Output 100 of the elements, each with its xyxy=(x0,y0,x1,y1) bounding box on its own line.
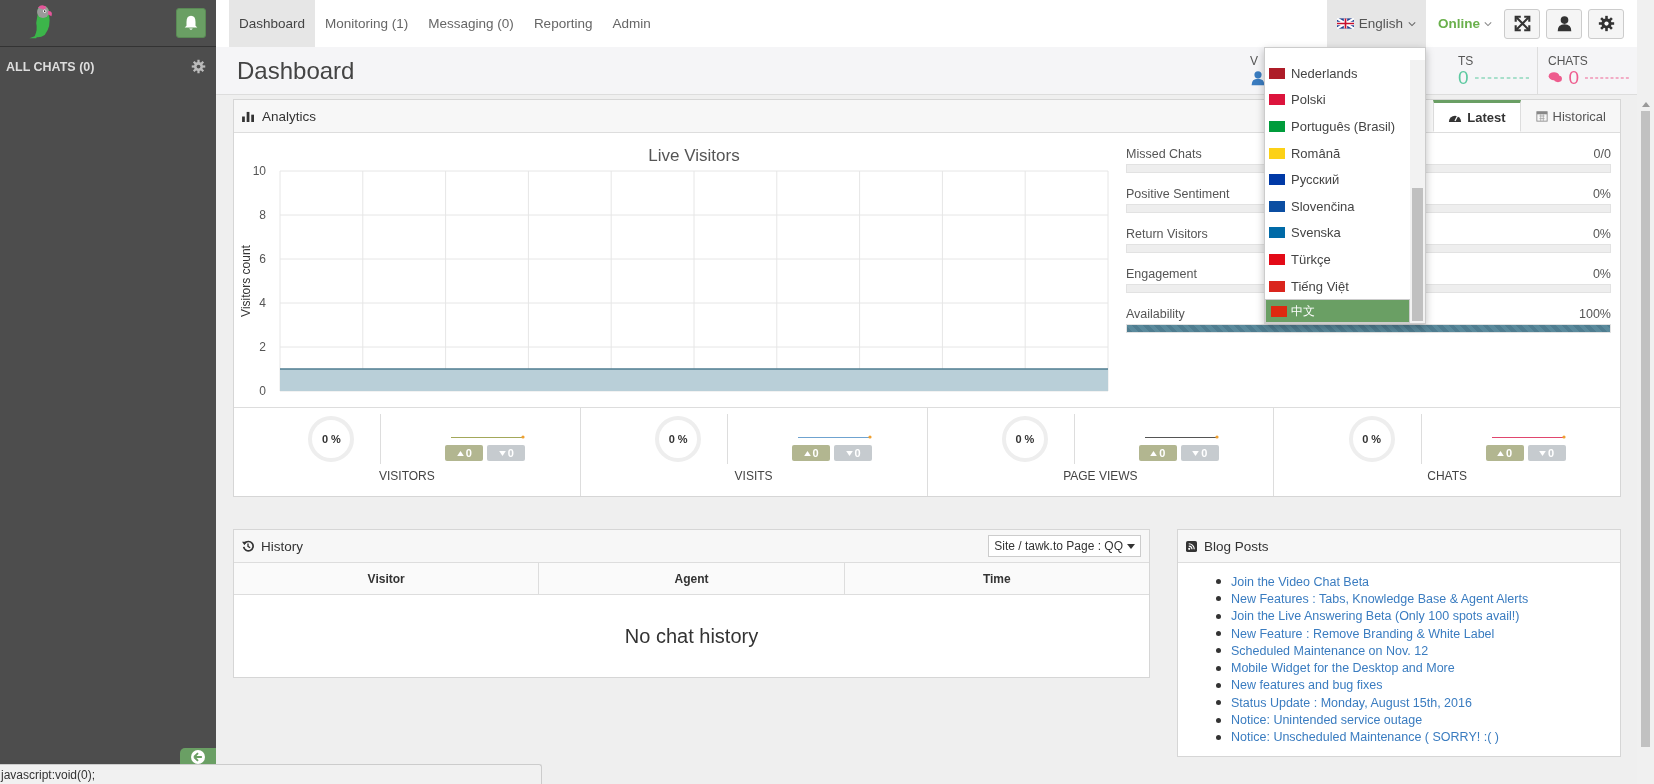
metric-label: Return Visitors xyxy=(1126,227,1208,241)
summary-label: VISITS xyxy=(734,469,773,483)
nav-tab[interactable]: Reporting xyxy=(523,0,603,47)
bell-icon xyxy=(182,14,200,32)
collapse-button[interactable] xyxy=(180,748,216,764)
language-option[interactable]: Svenska xyxy=(1265,219,1410,247)
analytics-tab[interactable]: Latest xyxy=(1433,100,1521,132)
decrease-badge: 0 xyxy=(487,445,526,461)
column-header: Time xyxy=(843,563,1149,594)
axis-tick: 0 xyxy=(259,384,266,398)
link-preview: javascript:void(0); xyxy=(0,764,542,784)
history-icon xyxy=(242,540,254,552)
increase-badge: 0 xyxy=(445,445,484,461)
nav-tab[interactable]: Dashboard xyxy=(229,0,316,47)
metric-label: Missed Chats xyxy=(1126,147,1202,161)
caret-icon xyxy=(1127,543,1135,549)
fullscreen-button[interactable] xyxy=(1504,8,1540,39)
metric-value: 0% xyxy=(1592,267,1611,281)
axis-label: Visitors count xyxy=(239,245,253,317)
decrease-badge: 0 xyxy=(834,445,873,461)
notifications-button[interactable] xyxy=(176,8,206,38)
expand-icon xyxy=(1513,15,1531,32)
caret-icon xyxy=(1484,20,1492,27)
blog-post-link[interactable]: Status Update : Monday, August 15th, 2016 xyxy=(1231,695,1472,710)
language-option[interactable]: Nederlands xyxy=(1265,60,1410,87)
blog-post-link[interactable]: Notice: Unintended service outage xyxy=(1231,713,1423,727)
settings-icon xyxy=(1597,15,1615,32)
increase-badge: 0 xyxy=(1138,445,1177,461)
language-option[interactable]: Português (Brasil) xyxy=(1265,113,1410,140)
language-option[interactable]: Русский xyxy=(1265,166,1410,193)
nav-tab[interactable]: Monitoring (1) xyxy=(315,0,419,47)
blog-post-link[interactable]: Notice: Unscheduled Maintenance ( SORRY! :( ) xyxy=(1231,730,1499,745)
percentage-value: 0 % xyxy=(321,433,341,445)
axis-tick: 2 xyxy=(259,340,266,354)
percentage-value: 0 % xyxy=(668,433,688,445)
panel-title: Analytics xyxy=(262,108,317,124)
blog-post-link[interactable]: New features and bug fixes xyxy=(1231,678,1383,693)
stat-label: V xyxy=(1250,53,1259,68)
axis-tick: 6 xyxy=(259,252,266,266)
language-option[interactable]: Polski xyxy=(1265,86,1410,114)
stat-label: CHATS xyxy=(1548,53,1589,68)
decrease-badge: 0 xyxy=(1527,445,1566,461)
percentage-value: 0 % xyxy=(1015,433,1035,445)
scrollbar[interactable] xyxy=(1410,60,1425,324)
column-header: Visitor xyxy=(366,570,406,588)
language-option[interactable]: Tiếng Việt xyxy=(1265,272,1410,300)
summary-label: VISITORS xyxy=(378,469,435,483)
axis-tick: 10 xyxy=(252,164,266,178)
language-option[interactable]: Türkçe xyxy=(1265,246,1410,273)
panel-title: History xyxy=(261,538,303,554)
arrow-left-icon xyxy=(191,750,205,764)
blog-post-link[interactable]: New Features : Tabs, Knowledge Base & Agent Alerts xyxy=(1231,591,1529,606)
percentage-value: 0 % xyxy=(1362,433,1382,445)
page-title: Dashboard xyxy=(237,56,355,85)
column-header: Agent xyxy=(538,563,844,594)
blog-post-link[interactable]: Join the Video Chat Beta xyxy=(1231,574,1370,589)
language-option[interactable]: Slovenčina xyxy=(1265,192,1410,220)
chats-heading: ALL CHATS (0) xyxy=(6,59,95,74)
stat-value: 0 xyxy=(1568,66,1580,89)
blog-post-link[interactable]: Scheduled Maintenance on Nov. 12 xyxy=(1231,643,1429,658)
sparkline xyxy=(1585,75,1629,80)
decrease-badge: 0 xyxy=(1180,445,1219,461)
metric-value: 0% xyxy=(1592,187,1611,201)
metric-value: 100% xyxy=(1579,307,1611,321)
increase-badge: 0 xyxy=(792,445,831,461)
metric-label: Engagement xyxy=(1126,267,1197,281)
stat-label: TS xyxy=(1458,53,1475,68)
blog-post-link[interactable]: New Feature : Remove Branding & White Label xyxy=(1231,626,1495,641)
calendar-icon xyxy=(1535,110,1548,122)
empty-message: No chat history xyxy=(624,624,759,648)
user-icon xyxy=(1555,15,1573,32)
metric-label: Positive Sentiment xyxy=(1126,187,1230,201)
language-option[interactable]: Română xyxy=(1265,139,1410,167)
summary-label: CHATS xyxy=(1427,469,1467,483)
nav-tab[interactable]: Admin xyxy=(602,0,661,47)
metric-label: Availability xyxy=(1126,307,1185,321)
page-filter-dropdown[interactable]: Site / tawk.to Page : QQ xyxy=(988,535,1141,557)
metric-value: 0% xyxy=(1592,227,1611,241)
blog-post-link[interactable]: Join the Live Answering Beta (Only 100 spots avail!) xyxy=(1231,609,1520,624)
blog-post-link[interactable]: Mobile Widget for the Desktop and More xyxy=(1231,661,1455,676)
increase-badge: 0 xyxy=(1485,445,1524,461)
rss-icon xyxy=(1186,540,1197,552)
chart-title: Live Visitors xyxy=(648,146,740,165)
settings-icon[interactable] xyxy=(191,59,206,74)
axis-tick: 4 xyxy=(259,296,266,310)
language-button[interactable]: English xyxy=(1326,0,1426,47)
metric-value: 0/0 xyxy=(1593,147,1611,161)
summary-label: PAGE VIEWS xyxy=(1063,469,1138,483)
bar-chart-icon xyxy=(242,110,255,122)
analytics-tab[interactable]: Historical xyxy=(1520,100,1621,132)
settings-button[interactable] xyxy=(1588,8,1624,39)
stat-value: 0 xyxy=(1458,66,1469,89)
sparkline xyxy=(1474,75,1529,80)
profile-button[interactable] xyxy=(1546,8,1582,39)
panel-title: Blog Posts xyxy=(1204,538,1269,554)
triangle-up-icon[interactable] xyxy=(1641,102,1650,107)
nav-tab[interactable]: Messaging (0) xyxy=(418,0,524,47)
caret-icon xyxy=(1408,20,1416,27)
axis-tick: 8 xyxy=(259,208,266,222)
flag-icon xyxy=(1336,18,1354,29)
